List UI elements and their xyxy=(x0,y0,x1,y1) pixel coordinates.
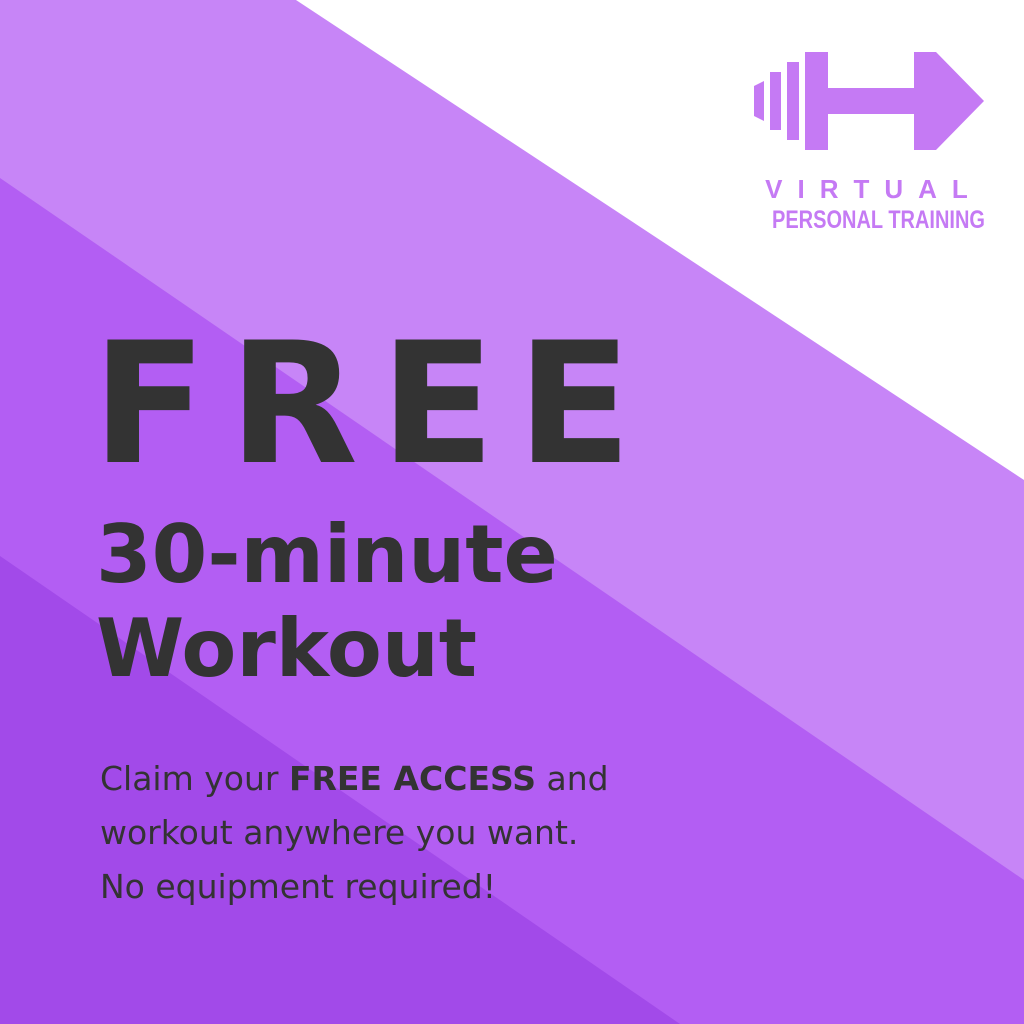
body-line-1-prefix: Claim your xyxy=(100,759,289,798)
body-copy: Claim your FREE ACCESS and workout anywh… xyxy=(100,752,609,914)
brand-logo: VIRTUAL PERSONAL TRAINING xyxy=(748,44,988,244)
subheadline-line-2: Workout xyxy=(96,602,478,695)
subheadline: 30-minute Workout xyxy=(96,508,558,696)
body-line-2: workout anywhere you want. xyxy=(100,813,579,852)
body-line-3: No equipment required! xyxy=(100,867,496,906)
body-line-1: Claim your FREE ACCESS and xyxy=(100,752,609,806)
logo-subtitle: PERSONAL TRAINING xyxy=(772,206,985,234)
body-line-1-suffix: and xyxy=(536,759,609,798)
promo-poster: VIRTUAL PERSONAL TRAINING FREE 30-minute… xyxy=(0,0,1024,1024)
headline-free: FREE xyxy=(92,306,654,502)
free-access-emphasis: FREE ACCESS xyxy=(288,759,537,798)
logo-title: VIRTUAL xyxy=(765,174,983,204)
dumbbell-play-icon xyxy=(754,52,984,150)
subheadline-line-1: 30-minute xyxy=(96,508,558,601)
